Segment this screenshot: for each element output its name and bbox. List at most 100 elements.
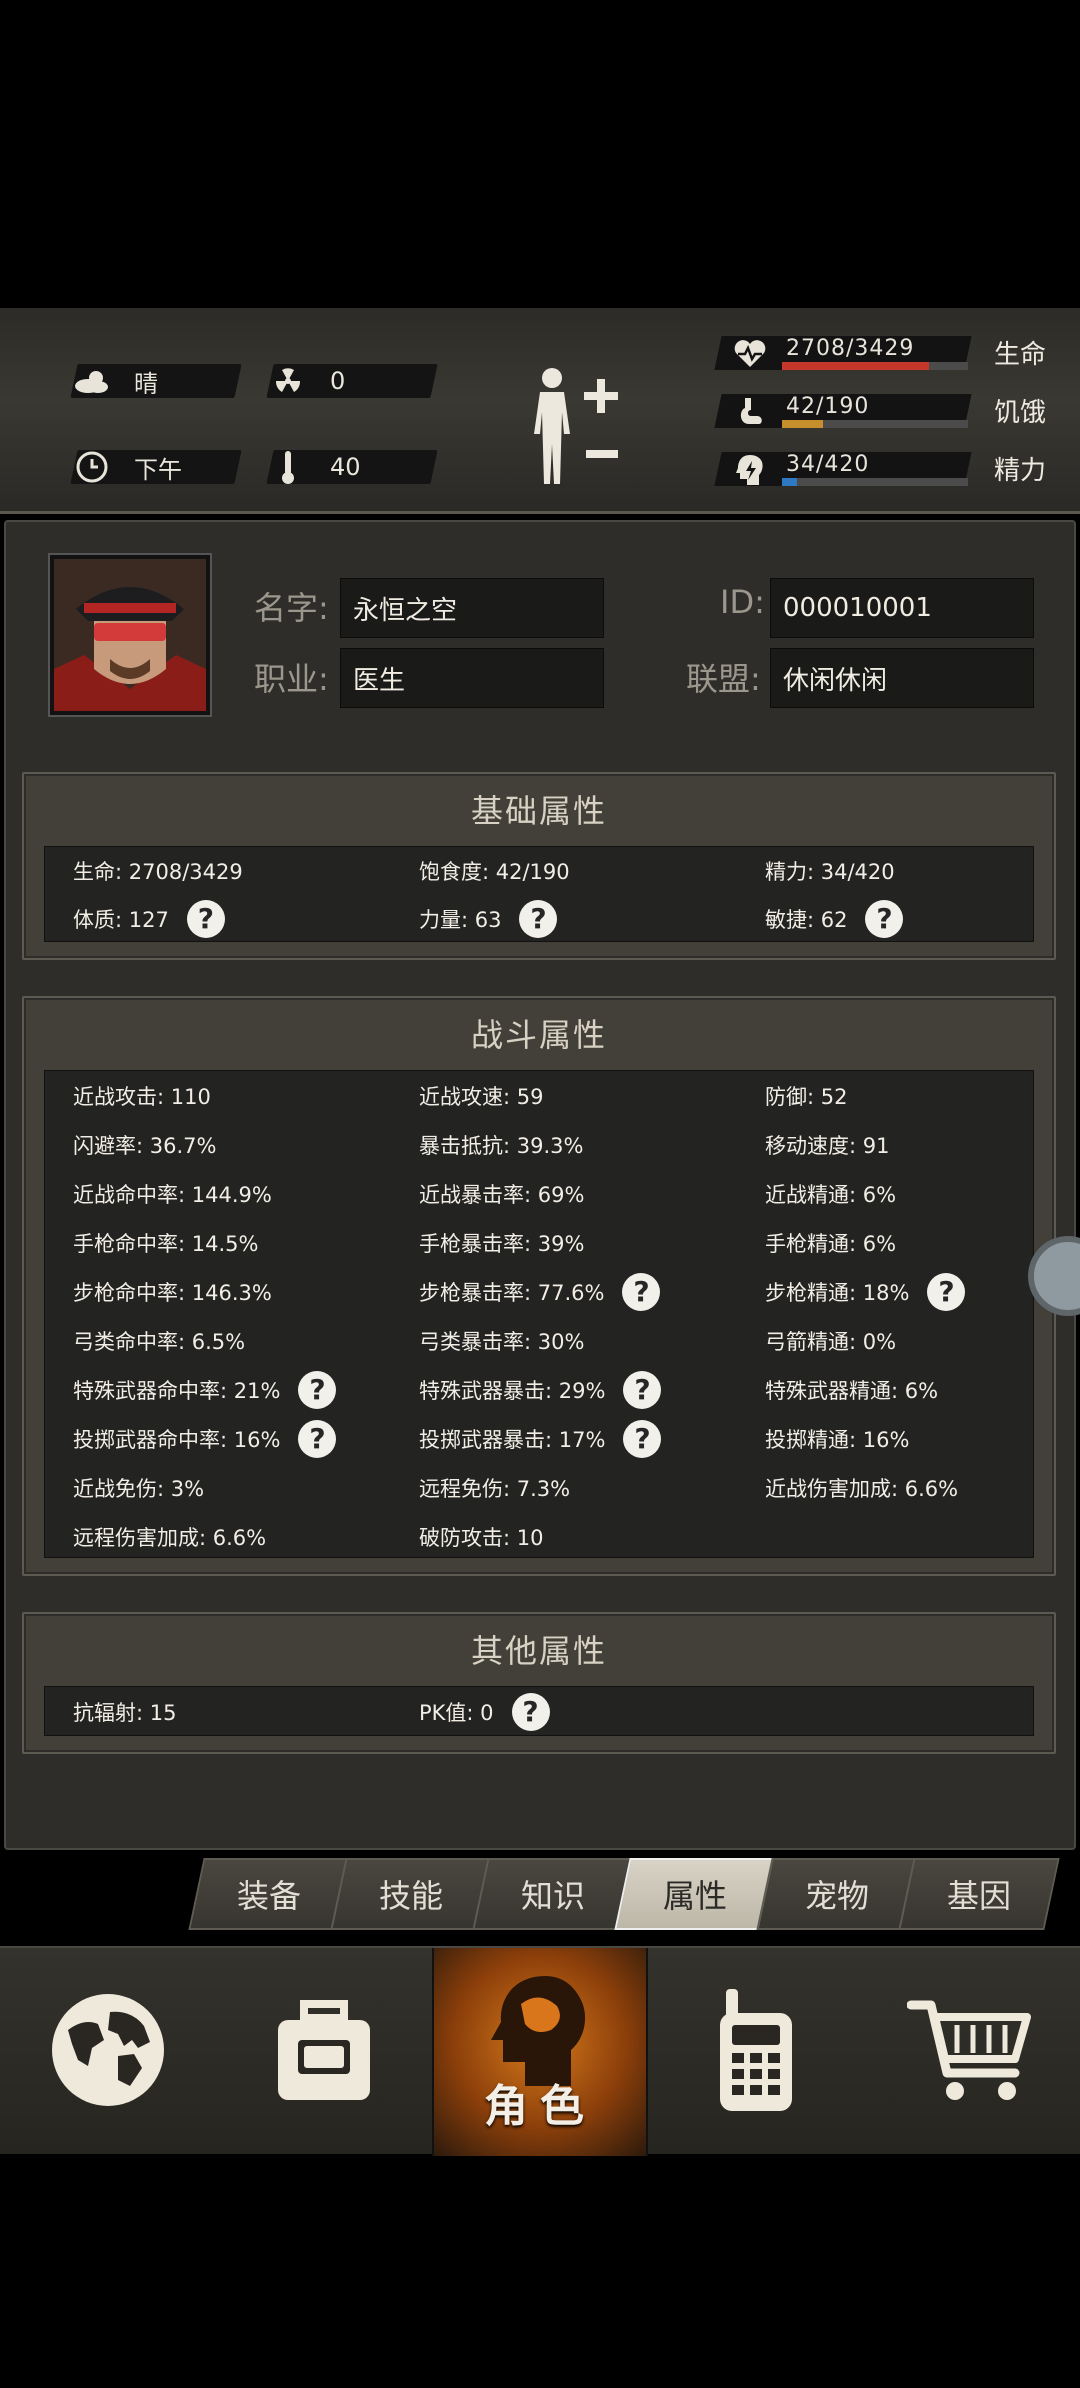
temperature-value: 40 bbox=[330, 453, 361, 481]
thermometer-icon bbox=[266, 445, 310, 489]
character-tabs: 装备 技能 知识 属性 宠物 基因 bbox=[188, 1858, 1066, 1932]
attribute-cell: 步枪命中率: 146.3% bbox=[73, 1267, 272, 1316]
clock-icon bbox=[70, 445, 114, 489]
attribute-text: 防御: 52 bbox=[765, 1084, 848, 1109]
attribute-text: PK值: 0 bbox=[419, 1701, 494, 1725]
attribute-text: 生命: 2708/3429 bbox=[73, 860, 243, 884]
attribute-text: 敏捷: 62 bbox=[765, 908, 848, 932]
tab-3[interactable]: 属性 bbox=[614, 1858, 776, 1930]
attribute-text: 投掷武器命中率: 16% bbox=[73, 1427, 281, 1452]
help-icon[interactable]: ? bbox=[511, 1693, 550, 1731]
attribute-cell: 特殊武器暴击: 29%? bbox=[419, 1365, 662, 1414]
body-status-icon[interactable] bbox=[522, 364, 622, 494]
attribute-cell: 近战伤害加成: 6.6% bbox=[765, 1463, 958, 1512]
attribute-text: 步枪命中率: 146.3% bbox=[73, 1280, 272, 1305]
tab-5[interactable]: 基因 bbox=[898, 1858, 1060, 1930]
attribute-cell: 近战攻速: 59 bbox=[419, 1071, 543, 1120]
other-attributes-grid: 抗辐射: 15 PK值: 0? bbox=[44, 1686, 1034, 1736]
tab-2[interactable]: 知识 bbox=[472, 1858, 634, 1930]
id-field: 000010001 bbox=[770, 578, 1034, 638]
help-icon[interactable]: ? bbox=[622, 1272, 661, 1311]
shopping-cart-icon bbox=[906, 1995, 1037, 2109]
hunger-bar-fill bbox=[782, 420, 823, 428]
attribute-cell: 弓类命中率: 6.5% bbox=[73, 1316, 245, 1365]
attribute-cell: 暴击抵抗: 39.3% bbox=[419, 1120, 583, 1169]
stomach-icon bbox=[732, 394, 768, 430]
attribute-text: 弓类命中率: 6.5% bbox=[73, 1329, 246, 1354]
weather-pill: 晴 bbox=[70, 364, 242, 398]
hunger-label: 饥饿 bbox=[994, 398, 1047, 428]
help-icon[interactable]: ? bbox=[186, 900, 225, 938]
help-icon[interactable]: ? bbox=[519, 900, 558, 938]
radiation-icon bbox=[266, 359, 310, 403]
attribute-cell: 近战攻击: 110 bbox=[73, 1071, 211, 1120]
attribute-text: 投掷精通: 16% bbox=[765, 1427, 910, 1452]
attribute-cell: 特殊武器精通: 6% bbox=[765, 1365, 938, 1414]
attribute-text: 近战免伤: 3% bbox=[73, 1476, 205, 1501]
nav-character-label: 角色 bbox=[484, 2081, 596, 2132]
help-icon[interactable]: ? bbox=[623, 1419, 662, 1458]
help-icon[interactable]: ? bbox=[927, 1272, 966, 1311]
help-icon[interactable]: ? bbox=[298, 1370, 337, 1409]
section-title: 基础属性 bbox=[470, 792, 607, 830]
section-title: 其他属性 bbox=[470, 1632, 607, 1670]
combat-attributes-grid: 近战攻击: 110 近战攻速: 59 防御: 52 闪避率: 36.7% 暴击抵抗: 3… bbox=[44, 1070, 1034, 1558]
tab-label: 装备 bbox=[236, 1877, 301, 1915]
radiation-pill: 0 bbox=[266, 364, 438, 398]
attribute-cell: 近战命中率: 144.9% bbox=[73, 1169, 272, 1218]
nav-backpack[interactable] bbox=[216, 1948, 432, 2156]
attribute-cell: 弓类暴击率: 30% bbox=[419, 1316, 584, 1365]
nav-character[interactable]: 角色 bbox=[432, 1948, 648, 2156]
heart-rate-icon bbox=[732, 336, 768, 372]
hunger-stat: 42/190 饥饿 bbox=[714, 390, 1058, 434]
tab-label: 属性 bbox=[662, 1877, 727, 1915]
other-attributes-section: 其他属性 抗辐射: 15 PK值: 0? bbox=[22, 1612, 1056, 1754]
help-icon[interactable]: ? bbox=[865, 900, 904, 938]
attribute-cell: 破防攻击: 10 bbox=[419, 1512, 543, 1561]
attribute-text: 破防攻击: 10 bbox=[419, 1525, 544, 1550]
nav-world-map[interactable] bbox=[0, 1948, 216, 2156]
attribute-text: 近战伤害加成: 6.6% bbox=[765, 1476, 959, 1501]
nav-shop[interactable] bbox=[864, 1948, 1080, 2156]
attribute-cell: 手枪命中率: 14.5% bbox=[73, 1218, 258, 1267]
attribute-text: 步枪精通: 18% bbox=[765, 1280, 910, 1305]
attribute-text: 近战攻速: 59 bbox=[419, 1084, 544, 1109]
attribute-text: 力量: 63 bbox=[419, 908, 502, 932]
attribute-text: 体质: 127 bbox=[73, 908, 169, 932]
help-icon[interactable]: ? bbox=[298, 1419, 337, 1458]
alliance-label: 联盟: bbox=[686, 660, 761, 698]
attribute-text: 弓箭精通: 0% bbox=[765, 1329, 897, 1354]
attribute-cell: 敏捷: 62? bbox=[765, 895, 904, 943]
tab-1[interactable]: 技能 bbox=[330, 1858, 492, 1930]
attribute-text: 远程免伤: 7.3% bbox=[419, 1476, 571, 1501]
name-field: 永恒之空 bbox=[340, 578, 604, 638]
attribute-text: 特殊武器命中率: 21% bbox=[73, 1378, 281, 1403]
character-portrait[interactable] bbox=[50, 555, 210, 715]
attribute-cell: PK值: 0? bbox=[419, 1688, 550, 1736]
tab-0[interactable]: 装备 bbox=[188, 1858, 350, 1930]
tab-label: 技能 bbox=[378, 1877, 443, 1915]
cloud-sun-icon bbox=[70, 359, 114, 403]
attribute-text: 远程伤害加成: 6.6% bbox=[73, 1525, 267, 1550]
job-field: 医生 bbox=[340, 648, 604, 708]
walkie-talkie-icon bbox=[706, 1985, 806, 2119]
attribute-text: 弓类暴击率: 30% bbox=[419, 1329, 585, 1354]
energy-value: 34/420 bbox=[786, 452, 870, 477]
attribute-text: 移动速度: 91 bbox=[765, 1133, 890, 1158]
attribute-text: 特殊武器精通: 6% bbox=[765, 1378, 939, 1403]
globe-icon bbox=[48, 1990, 168, 2114]
attribute-cell: 近战免伤: 3% bbox=[73, 1463, 204, 1512]
job-label: 职业: bbox=[254, 660, 329, 698]
tab-4[interactable]: 宠物 bbox=[756, 1858, 918, 1930]
attribute-text: 投掷武器暴击: 17% bbox=[419, 1427, 606, 1452]
help-icon[interactable]: ? bbox=[623, 1370, 662, 1409]
attribute-text: 手枪精通: 6% bbox=[765, 1231, 897, 1256]
backpack-icon bbox=[264, 1990, 384, 2114]
energy-stat: 34/420 精力 bbox=[714, 448, 1058, 492]
nav-radio[interactable] bbox=[648, 1948, 864, 2156]
attribute-cell: 投掷精通: 16% bbox=[765, 1414, 909, 1463]
alliance-field[interactable]: 休闲休闲 bbox=[770, 648, 1034, 708]
attribute-cell: 防御: 52 bbox=[765, 1071, 847, 1120]
basic-attributes-grid: 生命: 2708/3429 饱食度: 42/190 精力: 34/420 体质: 12… bbox=[44, 846, 1034, 942]
attribute-cell: 投掷武器命中率: 16%? bbox=[73, 1414, 337, 1463]
